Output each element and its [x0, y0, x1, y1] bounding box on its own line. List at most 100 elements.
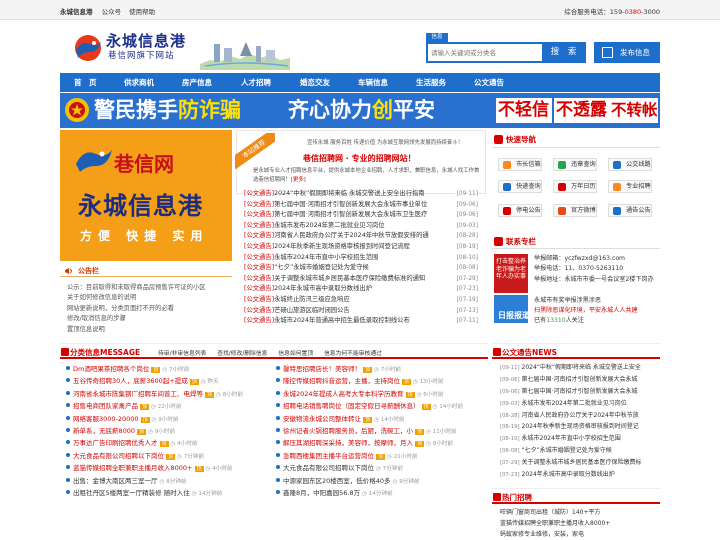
classified-item[interactable]: 万事达广告印刷招聘优秀人才顶 ◷ 4小时前 — [66, 437, 243, 449]
quick-express-query[interactable]: 快递查询 — [498, 180, 542, 193]
news-title[interactable]: 第七届中国·河南招才引智创新发展大会永城市卫生医疗 — [274, 211, 427, 218]
site-logo[interactable]: 永城信息港 巷信网旗下网站 — [72, 28, 192, 68]
news-item[interactable]: [公文通告]第七届中国·河南招才引智创新发展大会永城市事业单位 [09-06] — [244, 199, 478, 211]
quick-announcements[interactable]: 通告公告 — [608, 204, 652, 217]
daily-report-image[interactable]: 日报报道 — [494, 295, 528, 323]
search-button[interactable]: 搜 索 — [544, 42, 586, 63]
classified-item[interactable]: 网络客服3000-20000 顶 ◷ 9小时前 — [66, 413, 243, 425]
news-title[interactable]: 2024年秋季新生现场资格审核报到时间登记 — [522, 423, 639, 430]
notice-news-item[interactable]: [09-06] 第七届中国·河南招才引智创新发展大会永城 — [500, 386, 658, 398]
post-info-button[interactable]: 发布信息 — [594, 42, 660, 63]
notice-news-item[interactable]: [08-28] 河南省人民政府办公厅关于2024年中秋节放 — [500, 410, 658, 422]
classified-item[interactable]: 大元食品有限公司招聘以下岗位顶 ◷ 7分钟前 — [66, 450, 243, 462]
classified-item[interactable]: 招聘电话销售聘岗位（固定空假日寻薪酬休息）顶 ◷ 14小时前 — [276, 400, 463, 412]
news-item[interactable]: [公文通告]永城市2024年普通高中招生最低录取控制线公布 [07-11] — [244, 316, 478, 327]
news-title[interactable]: 关于调整永城市城乡居民基本医疗保险缴费标 — [522, 459, 642, 466]
classified-item[interactable]: 招售电商团队家禽产品顶 ◷ 22小时前 — [66, 400, 243, 412]
promo-ad[interactable]: 巷信网 永城信息港 方便 快捷 实用 — [60, 130, 232, 261]
classified-item[interactable]: 隆控传媒招聘抖音运营，主播，主持岗位顶 ◷ 13小时前 — [276, 375, 463, 387]
news-title[interactable]: 第七届中国·河南招才引智创新发展大会永城市事业单位 — [274, 201, 427, 208]
classified-title[interactable]: 出租社丹区5楼两室一厅精装修 随时入住 — [73, 489, 190, 497]
news-title[interactable]: 河南省人民政府办公厅关于2024年中秋节放假安排的通 — [274, 232, 429, 239]
notice-item[interactable]: 关于如何修改信息的说明 — [67, 293, 206, 303]
classified-item[interactable]: 出售：金博大南区两三室一厅 ◷ 8分钟前 — [66, 475, 243, 487]
classified-title[interactable]: 大元食品有限公司招聘以下岗位 — [283, 464, 374, 472]
news-title[interactable]: 第七届中国·河南招才引智创新发展大会永城 — [522, 388, 638, 395]
news-title[interactable]: 永城市发布2024年第二批就业见习岗位 — [274, 222, 384, 229]
news-item[interactable]: [公文通告]2024年永城市高中录取分数线出炉 [07-23] — [244, 284, 478, 295]
classified-item[interactable]: 急聘西楼集团主播平台运营岗位顶 ◷ 21小时前 — [276, 450, 463, 462]
campaign-title[interactable]: 永城市有奖举报涉黑涉恶 — [534, 296, 638, 306]
notice-news-item[interactable]: [09-03] 永城市发布2024年第二批就业见习岗位 — [500, 398, 658, 410]
link-pending-list[interactable]: 待审/非审信息列表 — [158, 351, 206, 357]
news-title[interactable]: 永城市2024年市直中小学校招生范围 — [522, 435, 621, 442]
notice-news-item[interactable]: [08-10] 永城市2024年市直中小学校招生范围 — [500, 433, 658, 445]
classified-title[interactable]: 急聘西楼集团主播平台运营岗位 — [283, 452, 374, 460]
notice-item[interactable]: 网站更新说明，分类页面打不开的必看 — [67, 304, 206, 314]
quick-official-weibo[interactable]: 官方微博 — [553, 204, 597, 217]
classified-title[interactable]: 五谷传奇招聘30人，底薪3600起+提成 — [73, 377, 188, 385]
news-item[interactable]: [公文通告]永城市2024年市直中小学校招生范围 [08-10] — [244, 252, 478, 264]
classified-title[interactable]: 鑫隆8月，中阳嘉园56.8万 — [283, 489, 360, 497]
classified-item[interactable]: 五谷传奇招聘30人，底薪3600起+提成顶 ◷ 昨天 — [66, 375, 243, 387]
news-title[interactable]: 关于调整永城市城乡居民基本医疗保险缴费标准的通知 — [274, 275, 425, 282]
search-type-tab[interactable]: 信息 — [426, 33, 448, 42]
classified-title[interactable]: 招售电商团队家禽产品 — [73, 402, 138, 410]
nav-business[interactable]: 供求商机 — [124, 73, 154, 92]
classified-title[interactable]: Dm酒吧果茶招聘各个岗位 — [73, 365, 149, 373]
classified-item[interactable]: 永城2024年提成人高考大专本科学历教育顶 ◷ 6小时前 — [276, 388, 463, 400]
news-title[interactable]: 芒砀山旅游区临时闭园公告 — [274, 307, 350, 314]
classified-item[interactable]: 鑫隆8月，中阳嘉园56.8万 ◷ 14分钟前 — [276, 487, 463, 499]
news-title[interactable]: “七夕”永城市婚姻登记处为爱守候 — [522, 447, 612, 454]
notice-news-item[interactable]: [09-06] 第七届中国·河南招才引智创新发展大会永城 — [500, 374, 658, 386]
classified-title[interactable]: 河南省永城市陈集钢厂招聘车间普工、电焊等 — [73, 390, 203, 398]
classified-item[interactable]: 出租社丹区5楼两室一厅精装修 随时入住 ◷ 14分钟前 — [66, 487, 243, 499]
nav-jobs[interactable]: 人才招聘 — [241, 73, 271, 92]
news-title[interactable]: 河南省人民政府办公厅关于2024年中秋节放 — [522, 412, 639, 419]
news-item[interactable]: [公文通告]第七届中国·河南招才引智创新发展大会永城市卫生医疗 [09-06] — [244, 210, 478, 221]
news-item[interactable]: [公文通告]永城市发布2024年第二批就业见习岗位 [09-03] — [244, 220, 478, 232]
notice-news-item[interactable]: [08-08] “七夕”永城市婚姻登记处为爱守候 — [500, 445, 658, 457]
classified-title[interactable]: 徐州记者火锅招聘服务员，后厨，洗碗工，小 — [283, 427, 413, 435]
nav-home[interactable]: 首 页 — [74, 73, 97, 92]
news-item[interactable]: [公文通告]2024年秋季新生现场资格审核报到时间登记流程 [08-19] — [244, 241, 478, 253]
classified-title[interactable]: 招聘电话销售聘岗位（固定空假日寻薪酬休息） — [283, 402, 420, 410]
classified-title[interactable]: 出售：金博大南区两三室一厅 — [73, 477, 158, 485]
news-title[interactable]: 永城市2024年市直中小学校招生范围 — [274, 254, 378, 261]
news-title[interactable]: 永城市发布2024年第二批就业见习岗位 — [522, 400, 627, 407]
quick-calendar[interactable]: 万年日历 — [553, 180, 597, 193]
nav-dating[interactable]: 婚恋交友 — [300, 73, 330, 92]
classified-item[interactable]: 大元食品有限公司招聘以下岗位 ◷ 7分钟前 — [276, 462, 463, 474]
classified-item[interactable]: 蓝猫传媒招聘全职兼职主播月收入8000+ 顶 ◷ 4小时前 — [66, 462, 243, 474]
wechat-link[interactable]: 公众号 — [102, 8, 122, 16]
news-title[interactable]: 永城市2024年普通高中招生最低录取控制线公布 — [274, 317, 410, 324]
news-title[interactable]: “七夕”永城市婚姻登记处为爱守候 — [274, 264, 369, 271]
classified-title[interactable]: 万事达广告印刷招聘优秀人才 — [73, 439, 158, 447]
notice-item[interactable]: 修改/取消信息的步骤 — [67, 314, 206, 324]
quick-bus-lines[interactable]: 公交线路 — [608, 158, 652, 171]
news-item[interactable]: [公文通告]2024“中秋”假期即将来临 永城交警送上安全出行指南 [09-11] — [244, 189, 478, 200]
news-title[interactable]: 2024年永城市高中录取分数线出炉 — [522, 471, 615, 478]
nav-vehicles[interactable]: 车辆信息 — [358, 73, 388, 92]
classified-item[interactable]: 解压其湖招聘深采持，美容师，按摩师，月入顶 ◷ 8小时前 — [276, 437, 463, 449]
news-title[interactable]: 2024“中秋”假期即将来临 永城交警送上安全 — [522, 364, 641, 371]
featured-headline[interactable]: 巷信招聘网 · 专业的招聘网站！ — [303, 153, 416, 164]
anti-elder-fraud-ad[interactable]: 打击整治养老诈骗为老年人办实事 — [494, 254, 528, 293]
classified-item[interactable]: 河南省永城市陈集钢厂招聘车间普工、电焊等顶 ◷ 8小时前 — [66, 388, 243, 400]
link-find-edit[interactable]: 查找/修改/删除信息 — [217, 351, 267, 357]
site-name[interactable]: 永城信息港 — [60, 8, 93, 16]
nav-housing[interactable]: 房产信息 — [182, 73, 212, 92]
classified-title[interactable]: 新单系，无底薪8000 — [73, 427, 135, 435]
notice-item[interactable]: 置顶信息说明 — [67, 325, 206, 335]
classified-title[interactable]: 解压其湖招聘深采持，美容师，按摩师，月入 — [283, 439, 413, 447]
notice-item[interactable]: 公示：目前取得和未取得商品房预售许可证的小区 — [67, 283, 206, 293]
notice-news-item[interactable]: [09-11] 2024“中秋”假期即将来临 永城交警送上安全 — [500, 362, 658, 374]
classified-title[interactable]: 大元食品有限公司招聘以下岗位 — [73, 452, 164, 460]
hot-job-item[interactable]: 蚂蚁家修专业维修，安装，家电 — [500, 529, 610, 540]
classified-title[interactable]: 隆控传媒招聘抖音运营，主播，主持岗位 — [283, 377, 400, 385]
nav-services[interactable]: 生活服务 — [416, 73, 446, 92]
classified-item[interactable]: 安徽物流永城公司整体转让顶 ◷ 14小时前 — [276, 413, 463, 425]
news-item[interactable]: [公文通告]河南省人民政府办公厅关于2024年中秋节放假安排的通 [08-28] — [244, 231, 478, 242]
quick-mayor-mailbox[interactable]: 市长信箱 — [498, 158, 542, 171]
news-item[interactable]: [公文通告]关于调整永城市城乡居民基本医疗保险缴费标准的通知 [07-29] — [244, 273, 478, 285]
